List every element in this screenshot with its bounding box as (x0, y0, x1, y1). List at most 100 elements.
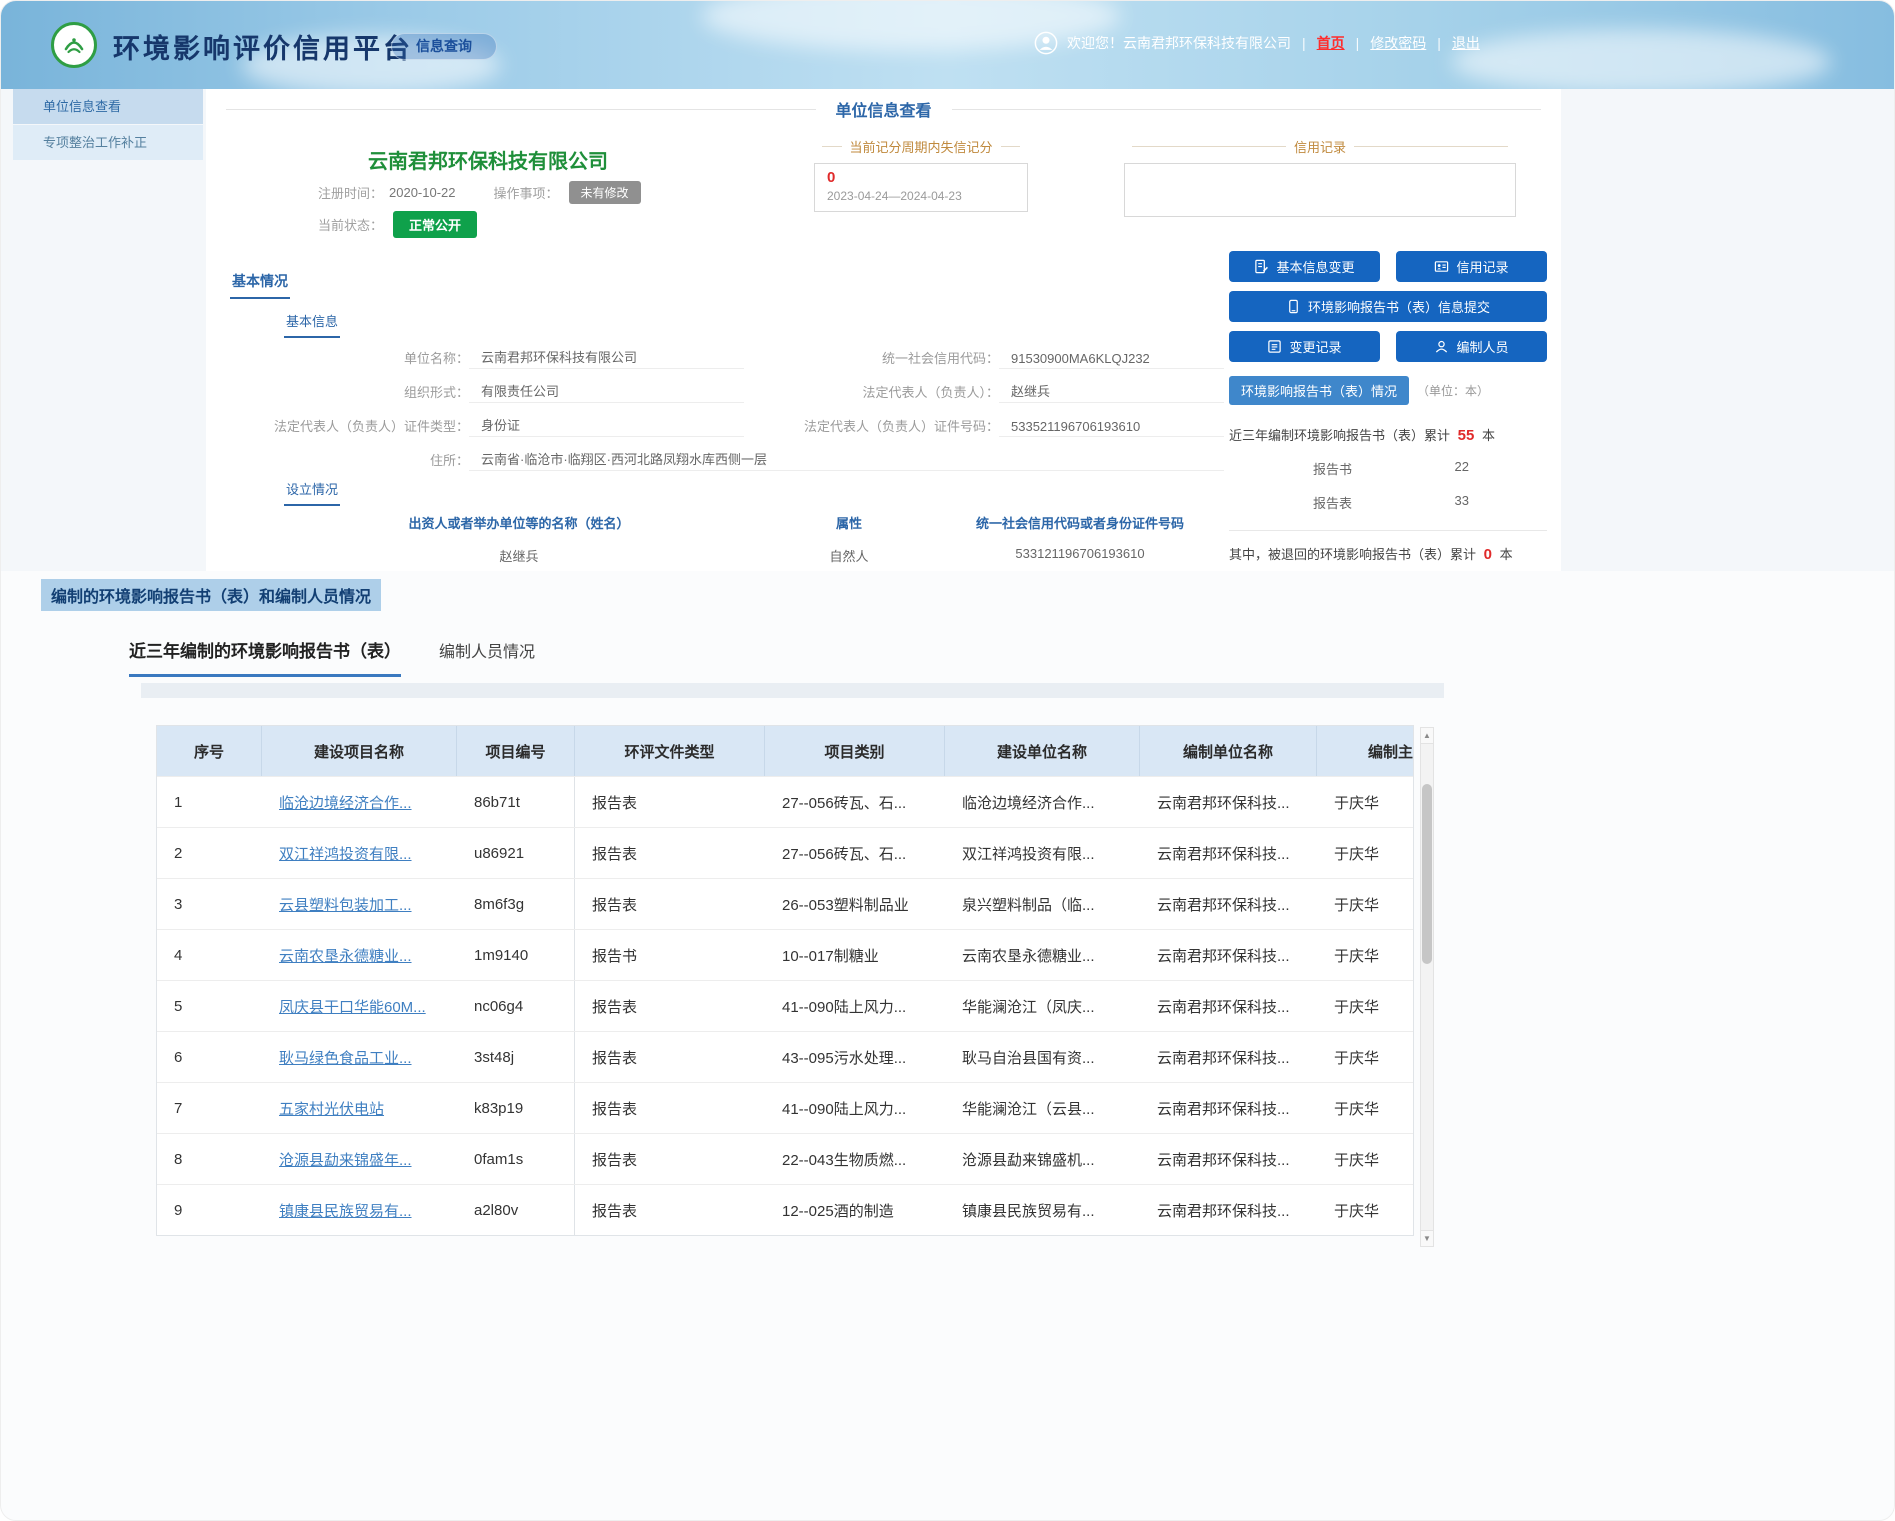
cell-code: 3st48j (457, 1032, 575, 1082)
cell-code: u86921 (457, 828, 575, 878)
cell-leader: 于庆华 (1317, 1032, 1414, 1082)
field-label: 统一社会信用代码： (744, 348, 999, 369)
sidebar-item-unit-info[interactable]: 单位信息查看 (13, 89, 203, 124)
list-icon (1267, 339, 1282, 354)
cell-owner: 华能澜沧江（云县... (945, 1083, 1140, 1133)
project-link[interactable]: 云县塑料包装加工... (262, 879, 457, 929)
field-value-unit-name: 云南君邦环保科技有限公司 (469, 347, 744, 369)
button-label: 基本信息变更 (1276, 257, 1354, 276)
score-value: 0 (827, 169, 1015, 186)
cell-owner: 临沧边境经济合作... (945, 777, 1140, 827)
cell-seq: 8 (157, 1134, 262, 1184)
stats-total-unit: 本 (1482, 428, 1495, 443)
cell-leader: 于庆华 (1317, 1134, 1414, 1184)
cell-agency: 云南君邦环保科技... (1140, 981, 1317, 1031)
cell-agency: 云南君邦环保科技... (1140, 777, 1317, 827)
tab-basic-info[interactable]: 基本信息 (284, 311, 340, 338)
welcome-text: 欢迎您！云南君邦环保科技有限公司 (1067, 33, 1291, 53)
sidebar-item-special-rectification[interactable]: 专项整治工作补正 (13, 125, 203, 160)
cell-code: 86b71t (457, 777, 575, 827)
table-scrollbar[interactable]: ▲ ▼ (1420, 727, 1434, 1247)
stats-form-line: 报告表 33 (1229, 493, 1469, 512)
field-value-id-type: 身份证 (469, 415, 744, 437)
project-link[interactable]: 沧源县勐来锦盛年... (262, 1134, 457, 1184)
action-row: 环境影响报告书（表）信息提交 (1229, 291, 1547, 322)
reports-section-title: 编制的环境影响报告书（表）和编制人员情况 (41, 579, 381, 611)
cell-owner: 云南农垦永德糖业... (945, 930, 1140, 980)
establishment-col-header: 属性 (754, 513, 944, 532)
table-row: 3 云县塑料包装加工... 8m6f3g 报告表 26--053塑料制品业 泉兴… (157, 878, 1413, 929)
change-password-link[interactable]: 修改密码 (1370, 33, 1426, 53)
action-row: 变更记录 编制人员 (1229, 331, 1547, 362)
project-link[interactable]: 临沧边境经济合作... (262, 777, 457, 827)
establishment-col-header: 出资人或者举办单位等的名称（姓名） (284, 513, 754, 532)
credit-record-button[interactable]: 信用记录 (1396, 251, 1547, 282)
field-value-address: 云南省·临沧市·临翔区·西河北路凤翔水库西侧一层 (469, 449, 1224, 471)
cell-doctype: 报告书 (575, 930, 765, 980)
stats-total-label: 近三年编制环境影响报告书（表）累计 (1229, 428, 1450, 443)
col-header-category: 项目类别 (765, 726, 945, 776)
tab-staff-info[interactable]: 编制人员情况 (439, 638, 535, 662)
field-label: 住所： (264, 450, 469, 471)
cell-doctype: 报告表 (575, 1032, 765, 1082)
col-header-owner: 建设单位名称 (945, 726, 1140, 776)
report-submit-button[interactable]: 环境影响报告书（表）信息提交 (1229, 291, 1547, 322)
cell-category: 27--056砖瓦、石... (765, 828, 945, 878)
project-link[interactable]: 双江祥鸿投资有限... (262, 828, 457, 878)
scrollbar-down-icon[interactable]: ▼ (1421, 1230, 1433, 1246)
logout-link[interactable]: 退出 (1452, 33, 1480, 53)
field-label: 法定代表人（负责人）： (744, 382, 999, 403)
scrollbar-thumb[interactable] (1422, 784, 1432, 964)
cell-code: k83p19 (457, 1083, 575, 1133)
cell-seq: 4 (157, 930, 262, 980)
cell-category: 12--025酒的制造 (765, 1185, 945, 1235)
person-icon (1434, 339, 1449, 354)
cell-category: 26--053塑料制品业 (765, 879, 945, 929)
credit-record-panel: 信用记录 (1124, 137, 1516, 217)
project-link[interactable]: 云南农垦永德糖业... (262, 930, 457, 980)
register-value: 2020-10-22 (389, 185, 456, 200)
col-header-code: 项目编号 (457, 726, 575, 776)
cell-category: 22--043生物质燃... (765, 1134, 945, 1184)
tab-recent-reports[interactable]: 近三年编制的环境影响报告书（表） (129, 637, 401, 677)
home-link[interactable]: 首页 (1317, 33, 1345, 53)
cell-owner: 沧源县勐来锦盛机... (945, 1134, 1140, 1184)
table-row: 9 镇康县民族贸易有... a2l80v 报告表 12--025酒的制造 镇康县… (157, 1184, 1413, 1235)
company-name: 云南君邦环保科技有限公司 (368, 145, 608, 174)
cell-leader: 于庆华 (1317, 777, 1414, 827)
edit-document-icon (1254, 259, 1269, 274)
scrollbar-up-icon[interactable]: ▲ (1421, 728, 1433, 744)
button-label: 编制人员 (1456, 337, 1508, 356)
stats-returned-value: 0 (1484, 546, 1492, 563)
project-link[interactable]: 耿马绿色食品工业... (262, 1032, 457, 1082)
establishment-table: 出资人或者举办单位等的名称（姓名） 属性 统一社会信用代码或者身份证件号码 赵继… (284, 513, 1216, 565)
cell-category: 27--056砖瓦、石... (765, 777, 945, 827)
report-stats-title: 环境影响报告书（表）情况 (1229, 376, 1409, 405)
cell-doctype: 报告表 (575, 1185, 765, 1235)
cell-doctype: 报告表 (575, 1134, 765, 1184)
separator: | (1302, 35, 1306, 51)
reports-tabs: 近三年编制的环境影响报告书（表） 编制人员情况 (129, 637, 535, 677)
establishment-cell-code: 533121196706193610 (944, 546, 1216, 565)
stats-book-value: 22 (1455, 459, 1469, 478)
separator: | (1437, 35, 1441, 51)
user-icon (1034, 31, 1058, 55)
basic-info-change-button[interactable]: 基本信息变更 (1229, 251, 1380, 282)
no-change-badge: 未有修改 (569, 181, 641, 204)
cell-seq: 6 (157, 1032, 262, 1082)
col-header-project: 建设项目名称 (262, 726, 457, 776)
cell-code: 0fam1s (457, 1134, 575, 1184)
status-label: 当前状态： (318, 215, 383, 234)
cell-agency: 云南君邦环保科技... (1140, 1032, 1317, 1082)
stats-book-label: 报告书 (1313, 459, 1352, 478)
project-link[interactable]: 五家村光伏电站 (262, 1083, 457, 1133)
field-value-id-number: 533521196706193610 (999, 419, 1224, 437)
cell-owner: 镇康县民族贸易有... (945, 1185, 1140, 1235)
project-link[interactable]: 凤庆县干口华能60M... (262, 981, 457, 1031)
score-period: 2023-04-24—2024-04-23 (827, 189, 1015, 203)
project-link[interactable]: 镇康县民族贸易有... (262, 1185, 457, 1235)
staff-button[interactable]: 编制人员 (1396, 331, 1547, 362)
change-record-button[interactable]: 变更记录 (1229, 331, 1380, 362)
field-value-org-form: 有限责任公司 (469, 381, 744, 403)
info-query-button[interactable]: 信息查询 (391, 33, 497, 60)
